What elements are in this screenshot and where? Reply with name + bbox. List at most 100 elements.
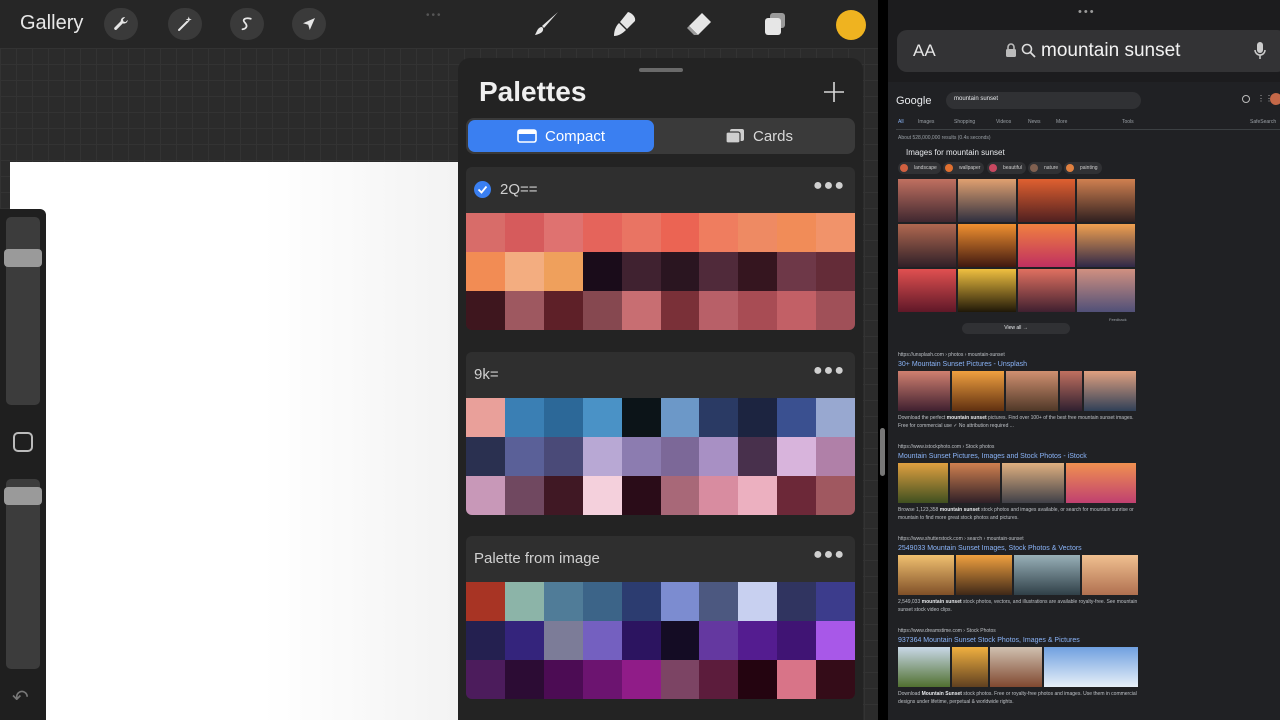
modify-button[interactable] bbox=[13, 432, 33, 452]
color-swatch[interactable] bbox=[699, 437, 739, 476]
chip-beautiful[interactable]: beautiful bbox=[987, 162, 1026, 174]
color-swatch[interactable] bbox=[504, 582, 544, 621]
color-swatch[interactable] bbox=[660, 582, 700, 621]
color-swatch[interactable] bbox=[777, 252, 817, 291]
palette-card[interactable]: Palette from image ●●● bbox=[466, 536, 855, 699]
color-swatch[interactable] bbox=[621, 582, 661, 621]
color-swatch[interactable] bbox=[543, 660, 583, 699]
color-swatch[interactable] bbox=[504, 291, 544, 330]
color-swatch[interactable] bbox=[660, 252, 700, 291]
color-swatch[interactable] bbox=[582, 437, 622, 476]
color-swatch[interactable] bbox=[699, 476, 739, 515]
color-swatch[interactable] bbox=[504, 437, 544, 476]
brush-icon[interactable] bbox=[530, 8, 564, 40]
address-bar[interactable]: AA mountain sunset bbox=[897, 30, 1280, 72]
color-swatch[interactable] bbox=[621, 213, 661, 252]
more-options-icon[interactable]: ●●● bbox=[813, 546, 845, 564]
image-thumb[interactable] bbox=[898, 224, 956, 267]
image-thumb[interactable] bbox=[1077, 269, 1135, 312]
tab-videos[interactable]: Videos bbox=[996, 119, 1011, 125]
chip-painting[interactable]: painting bbox=[1064, 162, 1102, 174]
color-swatch[interactable] bbox=[699, 291, 739, 330]
color-swatch[interactable] bbox=[699, 660, 739, 699]
image-thumb[interactable] bbox=[957, 179, 1016, 222]
tab-more[interactable]: More bbox=[1056, 119, 1067, 125]
selection-s-icon[interactable] bbox=[230, 8, 264, 40]
color-swatch[interactable] bbox=[777, 398, 817, 437]
color-swatch[interactable] bbox=[582, 660, 622, 699]
color-swatch[interactable] bbox=[621, 398, 661, 437]
color-swatch[interactable] bbox=[738, 398, 778, 437]
color-swatch[interactable] bbox=[660, 398, 700, 437]
image-thumb[interactable] bbox=[1077, 224, 1135, 267]
color-swatch[interactable] bbox=[699, 582, 739, 621]
plus-icon[interactable] bbox=[822, 80, 846, 104]
split-resize-handle[interactable] bbox=[880, 428, 885, 476]
image-thumb[interactable] bbox=[1017, 179, 1076, 222]
color-swatch[interactable] bbox=[504, 660, 544, 699]
color-swatch[interactable] bbox=[777, 291, 817, 330]
color-swatch[interactable] bbox=[582, 213, 622, 252]
color-swatch[interactable] bbox=[582, 621, 622, 660]
color-swatch[interactable] bbox=[777, 476, 817, 515]
google-logo[interactable]: Google bbox=[896, 95, 931, 107]
color-swatch[interactable] bbox=[466, 398, 505, 437]
color-swatch[interactable] bbox=[699, 213, 739, 252]
search-result[interactable]: https://unsplash.com › photos › mountain… bbox=[898, 352, 1138, 430]
color-swatch[interactable] bbox=[738, 621, 778, 660]
color-swatch[interactable] bbox=[816, 582, 855, 621]
color-swatch[interactable] bbox=[621, 621, 661, 660]
drawing-canvas[interactable] bbox=[10, 162, 470, 720]
color-swatch[interactable] bbox=[582, 398, 622, 437]
image-thumb[interactable] bbox=[1017, 269, 1076, 312]
search-result[interactable]: https://www.shutterstock.com › search › … bbox=[898, 536, 1138, 614]
color-swatch[interactable] bbox=[543, 291, 583, 330]
tab-all[interactable]: All bbox=[898, 119, 904, 125]
opacity-slider[interactable] bbox=[6, 479, 40, 669]
color-swatch[interactable] bbox=[582, 476, 622, 515]
chip-landscape[interactable]: landscape bbox=[898, 162, 941, 174]
result-title[interactable]: 2549033 Mountain Sunset Images, Stock Ph… bbox=[898, 545, 1138, 552]
color-swatch[interactable] bbox=[738, 660, 778, 699]
color-swatch[interactable] bbox=[816, 252, 855, 291]
color-swatch[interactable] bbox=[777, 213, 817, 252]
tab-images[interactable]: Images bbox=[918, 119, 934, 125]
color-swatch[interactable] bbox=[466, 660, 505, 699]
avatar[interactable] bbox=[1270, 93, 1280, 105]
color-swatch[interactable] bbox=[660, 660, 700, 699]
color-swatch[interactable] bbox=[777, 582, 817, 621]
color-swatch[interactable] bbox=[466, 437, 505, 476]
tab-tools[interactable]: Tools bbox=[1122, 119, 1134, 125]
chip-nature[interactable]: nature bbox=[1028, 162, 1063, 174]
image-thumb[interactable] bbox=[957, 224, 1016, 267]
gallery-button[interactable]: Gallery bbox=[20, 12, 83, 35]
color-swatch[interactable] bbox=[466, 476, 505, 515]
microphone-icon[interactable] bbox=[1253, 41, 1267, 61]
color-swatch[interactable] bbox=[660, 291, 700, 330]
arrow-cursor-icon[interactable] bbox=[292, 8, 326, 40]
result-title[interactable]: Mountain Sunset Pictures, Images and Sto… bbox=[898, 453, 1138, 460]
color-swatch[interactable] bbox=[660, 213, 700, 252]
color-swatch[interactable] bbox=[699, 252, 739, 291]
safesearch-link[interactable]: SafeSearch bbox=[1250, 119, 1276, 125]
image-thumb[interactable] bbox=[957, 269, 1016, 312]
color-swatch[interactable] bbox=[738, 252, 778, 291]
gear-icon[interactable] bbox=[1242, 95, 1250, 103]
magic-wand-icon[interactable] bbox=[168, 8, 202, 40]
color-swatch[interactable] bbox=[466, 582, 505, 621]
default-check-icon[interactable] bbox=[474, 181, 491, 198]
brush-size-thumb[interactable] bbox=[4, 249, 42, 267]
result-title[interactable]: 30+ Mountain Sunset Pictures - Unsplash bbox=[898, 361, 1138, 368]
wrench-icon[interactable] bbox=[104, 8, 138, 40]
search-result[interactable]: https://www.istockphoto.com › Stock phot… bbox=[898, 444, 1138, 522]
undo-icon[interactable]: ↶ bbox=[12, 685, 29, 710]
color-swatch[interactable] bbox=[582, 252, 622, 291]
view-all-button[interactable]: View all → bbox=[962, 323, 1070, 334]
color-swatch[interactable] bbox=[543, 621, 583, 660]
google-search-box[interactable]: mountain sunset bbox=[946, 92, 1141, 109]
image-thumb[interactable] bbox=[1017, 224, 1076, 267]
feedback-link[interactable]: Feedback bbox=[1109, 317, 1127, 322]
brush-size-slider[interactable] bbox=[6, 217, 40, 405]
color-swatch[interactable] bbox=[816, 621, 855, 660]
color-swatch[interactable] bbox=[543, 398, 583, 437]
